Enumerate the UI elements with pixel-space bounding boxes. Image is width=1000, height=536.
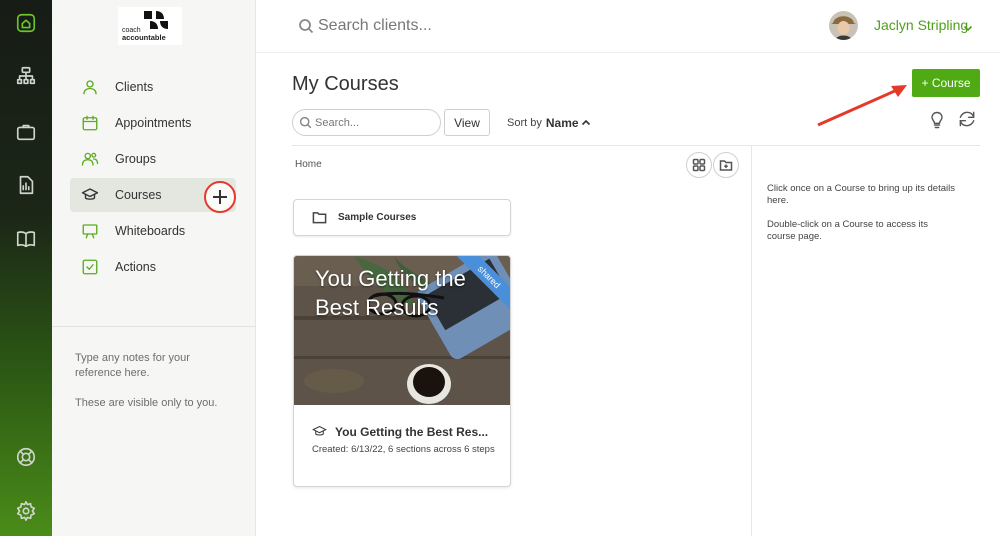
sidebar-item-label: Whiteboards: [115, 224, 186, 238]
whiteboard-icon: [80, 221, 100, 241]
breadcrumb[interactable]: Home: [295, 159, 322, 170]
sidebar: coach accountable Clients Appointments G…: [52, 0, 256, 536]
brand-logo[interactable]: coach accountable: [118, 7, 182, 45]
sidebar-item-whiteboards[interactable]: Whiteboards: [70, 214, 236, 248]
course-search-input[interactable]: [315, 116, 433, 129]
calendar-icon: [80, 113, 100, 133]
annotation-arrow: [817, 85, 907, 127]
sidebar-item-label: Clients: [115, 80, 154, 94]
sidebar-item-label: Courses: [115, 188, 162, 202]
course-title: You Getting the Best Res...: [335, 424, 489, 439]
search-icon: [299, 19, 314, 34]
notes-privacy: These are visible only to you.: [75, 397, 218, 409]
sidebar-divider: [52, 326, 256, 327]
checkbox-icon: [80, 257, 100, 277]
notes-hint[interactable]: Type any notes for your reference here.: [75, 351, 215, 381]
folder-icon: [312, 212, 327, 224]
topbar-divider: [256, 52, 1000, 53]
graduation-cap-icon: [312, 425, 327, 436]
client-search[interactable]: Search clients...: [298, 17, 432, 35]
sidebar-item-label: Groups: [115, 152, 156, 166]
icon-rail: [0, 0, 52, 536]
details-divider: [751, 145, 752, 536]
lightbulb-icon[interactable]: [926, 109, 948, 131]
person-icon: [80, 77, 100, 97]
page-title: My Courses: [292, 73, 399, 95]
sidebar-item-clients[interactable]: Clients: [70, 70, 236, 104]
search-icon: [299, 116, 312, 129]
chevron-up-icon: [581, 119, 590, 126]
avatar[interactable]: [829, 11, 858, 40]
sidebar-item-groups[interactable]: Groups: [70, 142, 236, 176]
user-name[interactable]: Jaclyn Stripling: [874, 17, 968, 33]
sidebar-item-appointments[interactable]: Appointments: [70, 106, 236, 140]
client-search-placeholder: Search clients...: [318, 17, 432, 34]
refresh-icon[interactable]: [956, 108, 978, 130]
folder-plus-icon: [719, 160, 733, 171]
report-icon[interactable]: [10, 169, 42, 201]
grid-icon: [692, 158, 706, 172]
course-search[interactable]: [292, 109, 441, 136]
chevron-down-icon[interactable]: [963, 20, 973, 38]
home-icon[interactable]: [10, 7, 42, 39]
sort-control[interactable]: Sort by Name: [507, 116, 591, 130]
add-course-button[interactable]: + Course: [912, 69, 980, 97]
plus-icon: [213, 190, 227, 204]
folder-name: Sample Courses: [338, 212, 417, 223]
sidebar-item-label: Actions: [115, 260, 156, 274]
view-button[interactable]: View: [444, 109, 490, 136]
graduation-cap-icon: [80, 185, 100, 205]
course-thumbnail: You Getting the Best Results shared: [294, 256, 510, 405]
course-title-row: You Getting the Best Res...: [312, 424, 488, 439]
group-icon: [80, 149, 100, 169]
grid-view-button[interactable]: [686, 152, 712, 178]
course-meta: Created: 6/13/22, 6 sections across 6 st…: [312, 444, 495, 455]
course-card[interactable]: You Getting the Best Results shared You …: [293, 255, 511, 487]
content-divider: [292, 145, 980, 146]
add-folder-button[interactable]: [713, 152, 739, 178]
gear-icon[interactable]: [10, 495, 42, 527]
briefcase-icon[interactable]: [10, 116, 42, 148]
org-chart-icon[interactable]: [10, 60, 42, 92]
sidebar-item-actions[interactable]: Actions: [70, 250, 236, 284]
details-hint-click: Click once on a Course to bring up its d…: [767, 183, 955, 206]
brand-line2: accountable: [122, 33, 166, 42]
lifebuoy-icon[interactable]: [10, 441, 42, 473]
sidebar-item-label: Appointments: [115, 116, 192, 130]
sort-field: Name: [545, 116, 579, 130]
details-hint-double-click: Double-click on a Course to access its c…: [767, 219, 929, 242]
sort-prefix: Sort by: [507, 117, 542, 129]
folder-card[interactable]: Sample Courses: [293, 199, 511, 236]
book-icon[interactable]: [10, 223, 42, 255]
add-course-shortcut-button[interactable]: [204, 181, 236, 213]
